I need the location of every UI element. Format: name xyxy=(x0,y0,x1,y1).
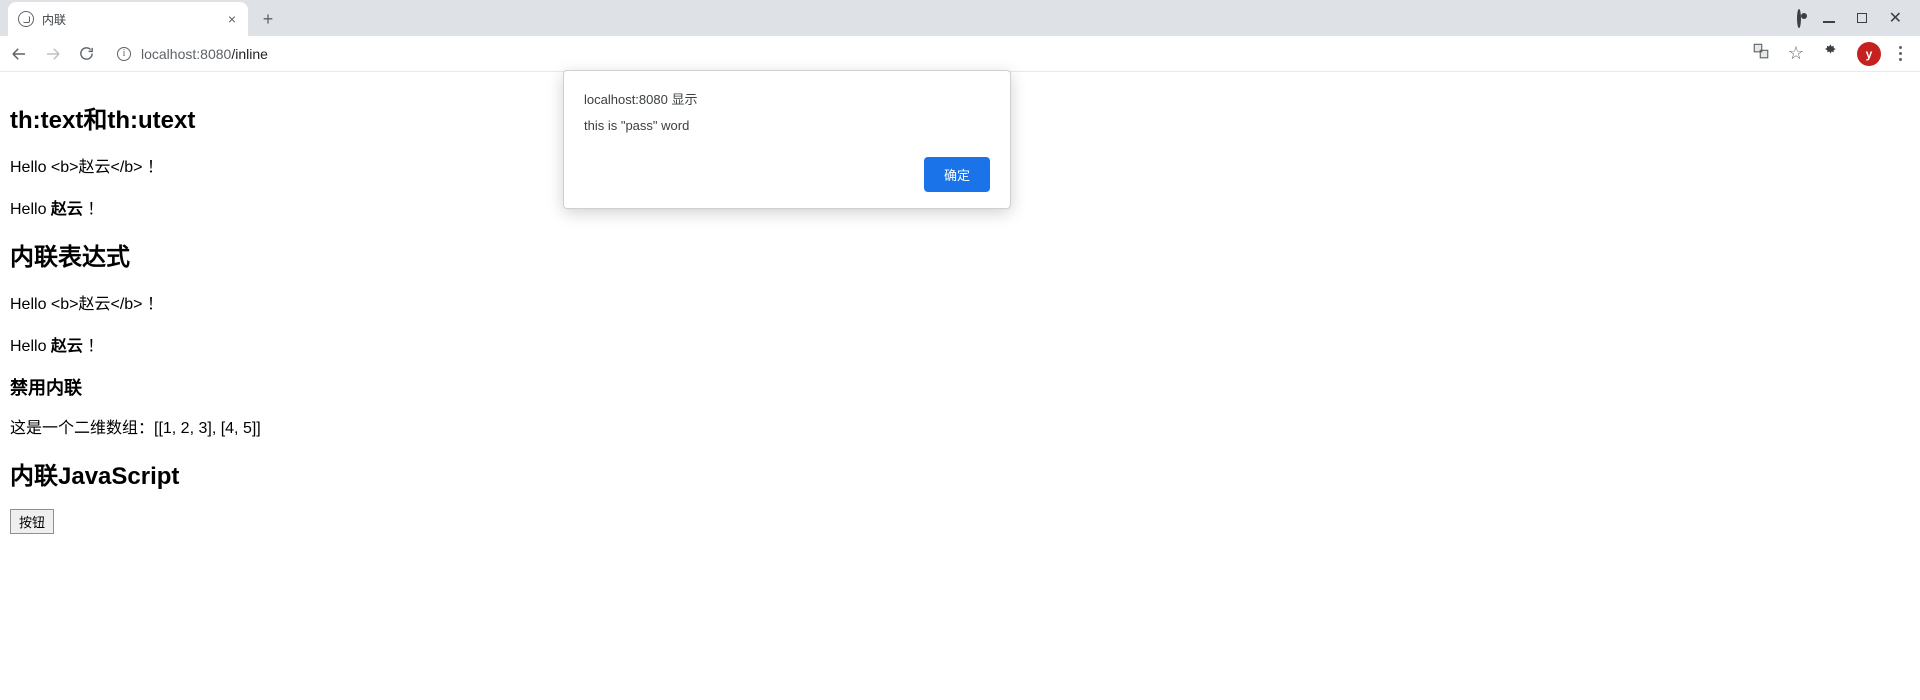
heading-disable-inline: 禁用内联 xyxy=(10,374,1910,400)
text-prefix: Hello xyxy=(10,201,51,218)
profile-avatar[interactable]: y xyxy=(1857,42,1881,66)
site-info-icon[interactable]: i xyxy=(117,47,131,61)
reload-icon xyxy=(78,45,95,62)
text-suffix: ！ xyxy=(83,201,103,218)
paragraph-unescaped-2: Hello 赵云 ！ xyxy=(10,332,1910,356)
toolbar-right: ☆ y xyxy=(1752,42,1910,66)
back-button[interactable] xyxy=(10,45,28,63)
extensions-icon[interactable] xyxy=(1822,43,1839,64)
window-close-icon[interactable]: ✕ xyxy=(1889,8,1902,28)
forward-button[interactable] xyxy=(44,45,62,63)
arrow-left-icon xyxy=(10,45,28,63)
heading-inline-js: 内联JavaScript xyxy=(10,456,1910,491)
dialog-message: this is "pass" word xyxy=(584,118,990,133)
window-controls: ✕ xyxy=(1797,0,1920,36)
close-icon[interactable]: × xyxy=(226,9,238,29)
url-text: localhost:8080/inline xyxy=(141,46,268,62)
paragraph-escaped-2: Hello <b>赵云</b> ！ xyxy=(10,290,1910,314)
address-bar[interactable]: i localhost:8080/inline xyxy=(111,46,1736,62)
dialog-title: localhost:8080 显示 xyxy=(584,89,990,108)
url-host: localhost: xyxy=(141,46,200,62)
text-bold: 赵云 xyxy=(51,201,83,218)
dialog-ok-button[interactable]: 确定 xyxy=(924,157,990,192)
paragraph-array: 这是一个二维数组：[[1, 2, 3], [4, 5]] xyxy=(10,414,1910,438)
dialog-actions: 确定 xyxy=(584,157,990,192)
text-bold: 赵云 xyxy=(51,338,83,355)
url-path: /inline xyxy=(231,46,268,62)
maximize-icon[interactable] xyxy=(1857,11,1867,26)
browser-toolbar: i localhost:8080/inline ☆ y xyxy=(0,36,1920,72)
kebab-menu-icon[interactable] xyxy=(1899,43,1902,64)
globe-icon xyxy=(18,11,34,27)
browser-tab-strip: 内联 × + ✕ xyxy=(0,0,1920,36)
account-icon[interactable] xyxy=(1797,11,1801,26)
heading-inline-expr: 内联表达式 xyxy=(10,237,1910,272)
minimize-icon[interactable] xyxy=(1823,11,1835,26)
reload-button[interactable] xyxy=(78,45,95,62)
new-tab-button[interactable]: + xyxy=(254,5,282,33)
url-port: 8080 xyxy=(200,46,231,62)
translate-icon[interactable] xyxy=(1752,42,1770,65)
trigger-button[interactable]: 按钮 xyxy=(10,509,54,534)
arrow-right-icon xyxy=(44,45,62,63)
text-suffix: ！ xyxy=(83,338,103,355)
tab-title: 内联 xyxy=(42,11,226,28)
js-alert-dialog: localhost:8080 显示 this is "pass" word 确定 xyxy=(563,70,1011,209)
browser-tab[interactable]: 内联 × xyxy=(8,2,248,36)
bookmark-icon[interactable]: ☆ xyxy=(1788,43,1804,64)
text-prefix: Hello xyxy=(10,338,51,355)
